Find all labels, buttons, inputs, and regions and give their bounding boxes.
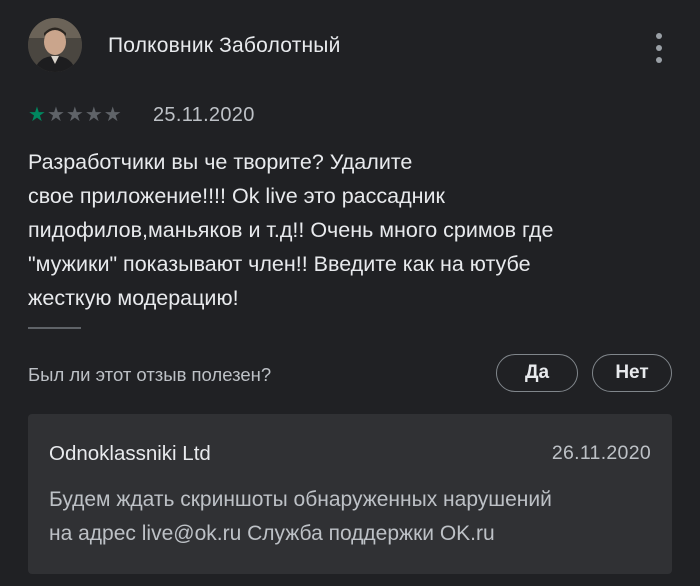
developer-reply-date: 26.11.2020 bbox=[551, 442, 651, 464]
more-vert-icon[interactable] bbox=[650, 33, 668, 63]
review-author-name: Полковник Заболотный bbox=[108, 34, 341, 57]
review-text: Разработчики вы че творите? Удалите свое… bbox=[28, 150, 554, 310]
more-dot bbox=[656, 33, 662, 39]
developer-reply-text: Будем ждать скриншоты обнаруженных наруш… bbox=[49, 488, 552, 545]
review-date: 25.11.2020 bbox=[153, 104, 255, 126]
divider bbox=[28, 327, 81, 329]
developer-reply-card: Odnoklassniki Ltd 26.11.2020 Будем ждать… bbox=[28, 414, 672, 574]
star-icon: ★ bbox=[46, 104, 65, 126]
developer-name: Odnoklassniki Ltd bbox=[49, 442, 211, 465]
avatar[interactable] bbox=[28, 18, 82, 72]
star-icon: ★ bbox=[28, 104, 46, 126]
helpful-question: Был ли этот отзыв полезен? bbox=[28, 364, 272, 385]
rating-stars: ★ ★ ★ ★ ★ bbox=[28, 104, 122, 126]
helpful-yes-button[interactable]: Да bbox=[496, 354, 578, 392]
more-dot bbox=[656, 57, 662, 63]
star-icon: ★ bbox=[103, 104, 122, 126]
star-icon: ★ bbox=[84, 104, 103, 126]
helpful-no-button[interactable]: Нет bbox=[592, 354, 672, 392]
star-icon: ★ bbox=[65, 104, 84, 126]
more-dot bbox=[656, 45, 662, 51]
